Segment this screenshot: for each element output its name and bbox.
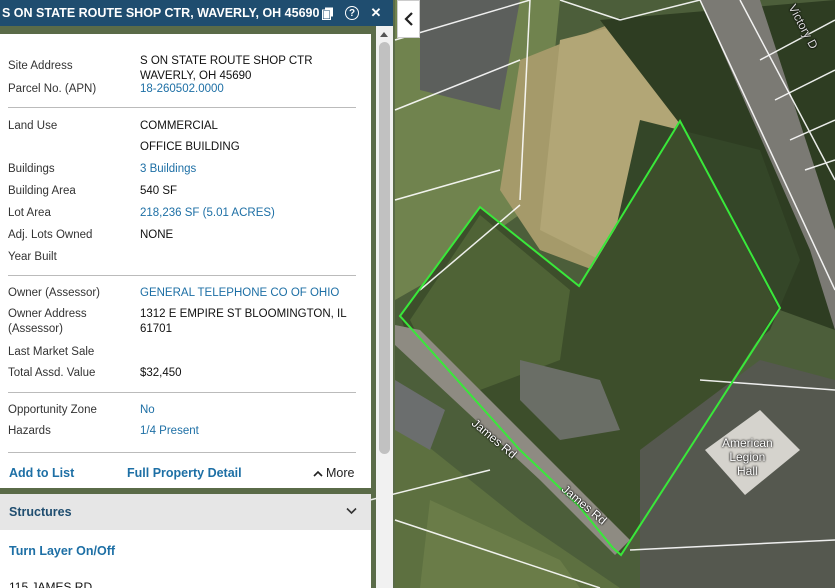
hazards-link[interactable]: 1/4 Present [140,424,355,439]
buildings-link[interactable]: 3 Buildings [140,162,355,177]
site-address-label: Site Address [8,60,73,72]
year-built-label: Year Built [8,251,57,263]
parcel-link[interactable]: 18-260502.0000 [140,82,355,97]
structures-title: Structures [9,505,72,519]
owner-link[interactable]: GENERAL TELEPHONE CO OF OHIO [140,286,355,301]
divider [8,452,356,453]
property-details-card: Site Address S ON STATE ROUTE SHOP CTR W… [0,34,371,488]
scroll-thumb[interactable] [379,42,390,454]
chevron-down-icon [346,507,357,515]
adj-lots-value: NONE [140,229,174,241]
owner-label: Owner (Assessor) [8,287,101,299]
more-button[interactable]: More [313,466,354,480]
assd-value-value: $32,450 [140,367,182,379]
owner-address-label-line: (Assessor) [8,323,63,335]
more-label: More [326,466,355,480]
chevron-up-icon [313,470,323,477]
hazards-label: Hazards [8,425,51,437]
panel-header: S ON STATE ROUTE SHOP CTR, WAVERLY, OH 4… [0,0,393,26]
poi-label: American Legion Hall [722,436,773,478]
poi-label-line: Legion [729,450,766,464]
adj-lots-label: Adj. Lots Owned [8,229,93,241]
close-icon[interactable]: ✕ [369,5,383,20]
property-panel: S ON STATE ROUTE SHOP CTR, WAVERLY, OH 4… [0,0,393,588]
buildings-label: Buildings [8,163,55,175]
chevron-left-icon [403,12,413,26]
help-icon[interactable]: ? [345,6,359,20]
land-use-value: OFFICE BUILDING [140,141,240,153]
divider [8,392,356,393]
assd-value-label: Total Assd. Value [8,367,96,379]
panel-title: S ON STATE ROUTE SHOP CTR, WAVERLY, OH 4… [2,6,320,20]
owner-address-value: 1312 E EMPIRE ST BLOOMINGTON, IL 61701 [140,308,347,335]
structures-content: Turn Layer On/Off 115 JAMES RD [0,530,371,588]
help-icon-glyph: ? [345,6,359,20]
land-use-label: Land Use [8,120,58,132]
owner-address-label: Owner Address (Assessor) [8,307,136,337]
opportunity-link[interactable]: No [140,403,355,418]
land-use-value: COMMERCIAL [140,120,218,132]
scrollbar[interactable] [376,26,393,588]
scroll-up-arrow-icon[interactable] [380,32,388,37]
copy-icon[interactable] [321,6,335,20]
divider [8,107,356,108]
building-area-value: 540 SF [140,185,178,197]
parcel-label: Parcel No. (APN) [8,83,97,95]
opportunity-label: Opportunity Zone [8,404,97,416]
structures-section-header[interactable]: Structures [0,494,371,530]
site-address-value: S ON STATE ROUTE SHOP CTR WAVERLY, OH 45… [140,54,355,84]
add-to-list-button[interactable]: Add to List [9,466,74,480]
lot-area-label: Lot Area [8,207,51,219]
divider [8,275,356,276]
poi-label-line: Hall [737,464,758,478]
turn-layer-button[interactable]: Turn Layer On/Off [9,544,115,558]
last-sale-label: Last Market Sale [8,346,95,358]
structure-item: 115 JAMES RD [9,580,93,588]
full-property-detail-button[interactable]: Full Property Detail [127,466,242,480]
collapse-panel-button[interactable] [397,0,420,38]
site-address-line: S ON STATE ROUTE SHOP CTR [140,55,313,67]
poi-label-line: American [722,436,773,450]
lot-area-link[interactable]: 218,236 SF (5.01 ACRES) [140,206,355,221]
building-area-label: Building Area [8,185,76,197]
action-bar: Add to List Full Property Detail More [0,458,371,488]
owner-address-label-line: Owner Address [8,308,87,320]
